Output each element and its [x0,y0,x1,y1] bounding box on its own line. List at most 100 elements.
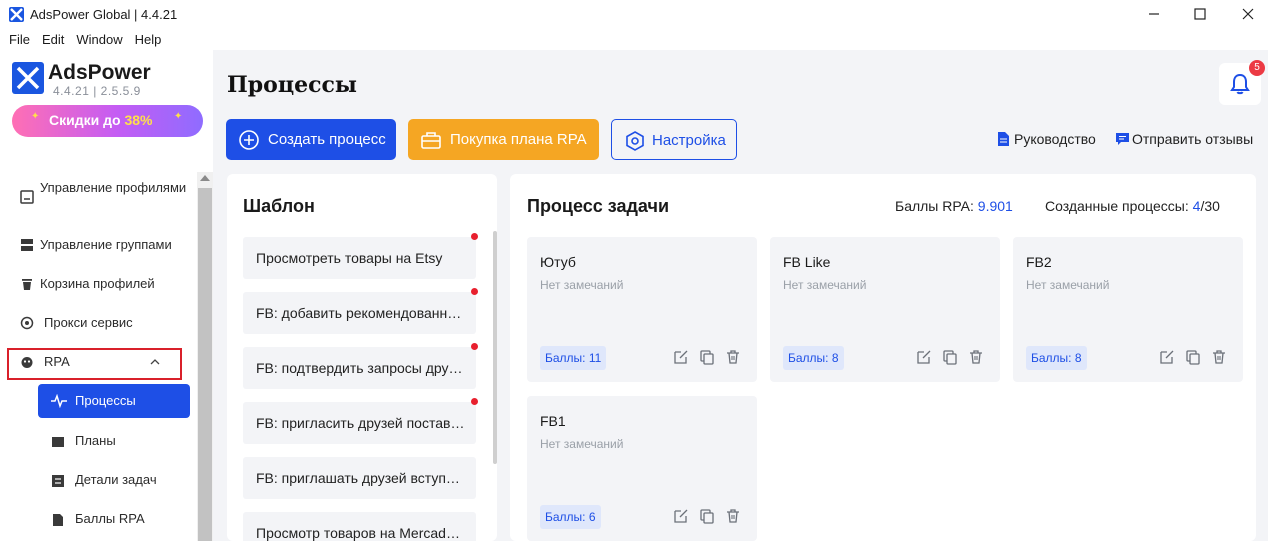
title-bar: AdsPower Global | 4.4.21 [0,0,1268,28]
created-processes-max: 30 [1204,198,1220,214]
sparkle-icon: ✦ [174,111,183,122]
copy-icon[interactable] [699,349,715,365]
chevron-up-icon[interactable] [150,357,160,367]
process-card[interactable]: Ютуб Нет замечаний Баллы: 11 [527,237,757,382]
create-process-button[interactable]: Создать процесс [226,119,396,160]
process-note: Нет замечаний [783,278,867,292]
menu-edit[interactable]: Edit [33,28,64,50]
template-item[interactable]: FB: подтвердить запросы друзей [243,347,476,389]
template-item[interactable]: Просмотр товаров на Mercado Libre [243,512,476,541]
process-card[interactable]: FB2 Нет замечаний Баллы: 8 [1013,237,1243,382]
template-scrollbar[interactable] [493,231,497,464]
template-item-text: FB: добавить рекомендованных друзей [256,305,466,321]
menu-help[interactable]: Help [126,28,162,50]
template-item[interactable]: FB: приглашать друзей вступить в группу [243,457,476,499]
menu-window[interactable]: Window [67,28,122,50]
sidebar-item-task-details[interactable]: Детали задач [0,471,190,491]
sidebar-item-rpa[interactable]: RPA [0,352,190,372]
template-item-text: Просмотреть товары на Etsy [256,250,443,266]
sparkle-icon: ✦ [31,111,40,122]
plus-circle-icon [239,130,259,150]
notification-badge: 5 [1249,60,1265,76]
menu-bar: File Edit Window Help [0,28,164,50]
minimize-button[interactable] [1131,0,1177,28]
edit-icon[interactable] [916,349,932,365]
promo-text: Скидки до 38% [49,112,153,128]
process-card[interactable]: FB Like Нет замечаний Баллы: 8 [770,237,1000,382]
sidebar-item-label: Прокси сервис [44,315,133,330]
delete-icon[interactable] [725,508,741,524]
pulse-icon [51,394,67,408]
sidebar-item-label: Корзина профилей [40,276,155,291]
delete-icon[interactable] [968,349,984,365]
sidebar-item-label: Планы [75,433,116,448]
sidebar-item-label: Баллы RPA [75,511,145,526]
close-window-button[interactable] [1225,0,1268,28]
template-item[interactable]: Просмотреть товары на Etsy [243,237,476,279]
copy-icon[interactable] [942,349,958,365]
sidebar-item-label: RPA [44,354,70,369]
sidebar-item-label: Управление профилями [40,180,187,195]
process-name: FB2 [1026,254,1052,270]
task-panel-title: Процесс задачи [527,196,670,216]
menu-file[interactable]: File [0,28,30,50]
app-logo-icon [9,7,24,22]
page-title: Процессы [227,72,357,98]
main-content: Процессы 5 Создать процесс Покупка плана… [213,50,1268,541]
process-note: Нет замечаний [540,278,624,292]
delete-icon[interactable] [725,349,741,365]
sidebar-scrollbar-thumb[interactable] [198,188,212,541]
sidebar-item-processes[interactable]: Процессы [38,384,190,418]
maximize-icon [1194,8,1206,20]
scroll-up-arrow-icon[interactable] [200,175,210,181]
process-name: FB1 [540,413,566,429]
settings-button[interactable]: Настройка [611,119,737,160]
brand-name: AdsPower [48,61,151,84]
adspower-logo-icon [12,62,44,94]
shopping-bag-icon [421,132,441,149]
process-note: Нет замечаний [540,437,624,451]
sidebar: AdsPower 4.4.21 | 2.5.5.9 ✦ Скидки до 38… [0,50,213,541]
feedback-icon [1116,133,1129,145]
copy-icon[interactable] [1185,349,1201,365]
sidebar-item-proxy[interactable]: Прокси сервис [0,313,190,333]
document-icon [998,132,1009,146]
copy-icon[interactable] [699,508,715,524]
create-process-label: Создать процесс [268,131,386,148]
brand-version: 4.4.21 | 2.5.5.9 [53,84,141,98]
feedback-link[interactable]: Отправить отзывы [1132,131,1253,147]
group-icon [21,239,33,251]
delete-icon[interactable] [1211,349,1227,365]
edit-icon[interactable] [673,508,689,524]
hexagon-settings-icon [626,131,644,151]
process-name: FB Like [783,254,831,270]
maximize-button[interactable] [1177,0,1223,28]
template-item[interactable]: FB: добавить рекомендованных друзей [243,292,476,334]
template-panel-title: Шаблон [243,196,315,216]
edit-icon[interactable] [1159,349,1175,365]
rpa-icon [21,357,33,368]
new-dot-badge [471,288,478,295]
edit-icon[interactable] [673,349,689,365]
sidebar-item-trash[interactable]: Корзина профилей [0,274,190,294]
template-item-text: FB: подтвердить запросы друзей [256,360,466,376]
process-card[interactable]: FB1 Нет замечаний Баллы: 6 [527,396,757,541]
template-item[interactable]: FB: пригласить друзей поставить лайк [243,402,476,444]
new-dot-badge [471,233,478,240]
process-note: Нет замечаний [1026,278,1110,292]
sidebar-item-groups[interactable]: Управление группами [0,235,190,255]
sidebar-item-rpa-points[interactable]: Баллы RPA [0,510,190,530]
template-item-text: FB: приглашать друзей вступить в группу [256,470,466,486]
sidebar-item-profiles[interactable]: Управление профилями [0,178,190,218]
points-icon [53,514,63,526]
promo-banner[interactable]: ✦ Скидки до 38% ✦ [12,105,203,137]
trash-icon [22,279,32,290]
sidebar-item-plans[interactable]: Планы [0,432,190,452]
buy-rpa-plan-button[interactable]: Покупка плана RPA [408,119,599,160]
sidebar-item-label: Управление группами [40,237,172,252]
process-score-badge: Баллы: 6 [540,505,601,529]
new-dot-badge [471,398,478,405]
guide-link[interactable]: Руководство [1014,131,1096,147]
buy-rpa-plan-label: Покупка плана RPA [450,131,587,148]
process-score-badge: Баллы: 8 [1026,346,1087,370]
